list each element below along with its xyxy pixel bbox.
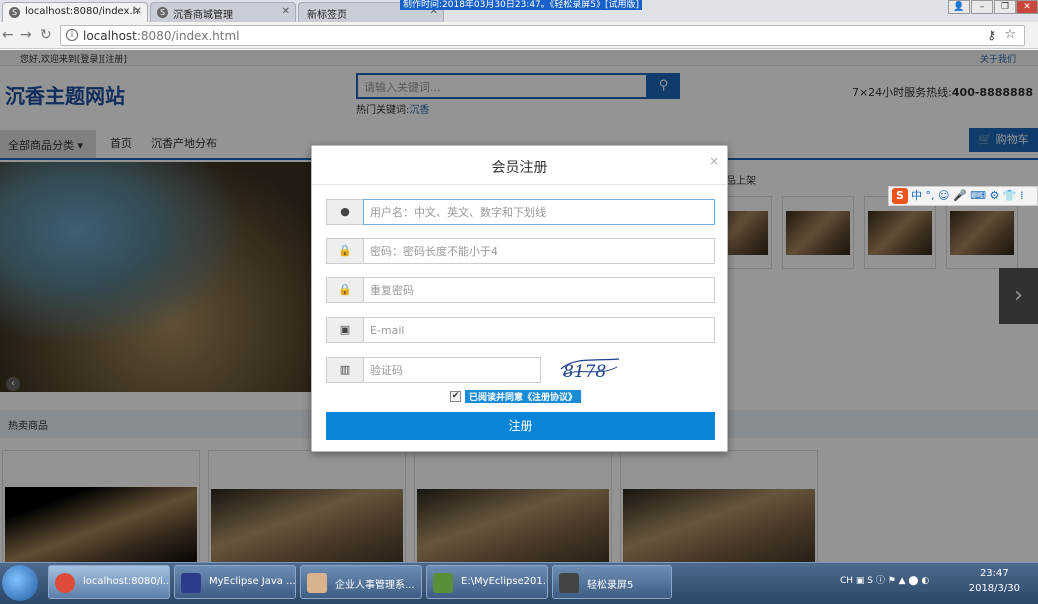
address-toolbar: ← → ↻ i localhost:8080/index.html ⚷ ☆	[0, 22, 1038, 49]
lock-icon: 🔒	[326, 238, 363, 264]
myeclipse-icon	[181, 573, 201, 593]
url-host: localhost	[83, 29, 137, 43]
envelope-icon: ▣	[326, 317, 363, 343]
password-input[interactable]	[363, 238, 715, 264]
taskbar-explorer[interactable]: E:\MyEclipse201...	[426, 565, 548, 599]
browser-tab-strip: S localhost:8080/index.h ✕ S 沉香商城管理 ✕ 新标…	[0, 0, 1038, 22]
app-icon	[307, 573, 327, 593]
taskbar-myeclipse[interactable]: MyEclipse Java ...	[174, 565, 296, 599]
minimize-icon[interactable]: –	[971, 0, 993, 14]
task-label: 企业人事管理系...	[335, 580, 415, 591]
user-icon[interactable]: 👤	[948, 0, 970, 14]
close-tab-icon[interactable]: ✕	[282, 6, 290, 17]
clock-time: 23:47	[979, 568, 1009, 579]
register-button[interactable]: 注册	[326, 412, 715, 440]
url-rest: :8080/index.html	[136, 29, 240, 43]
tab-label: 新标签页	[307, 10, 347, 21]
email-input[interactable]	[363, 317, 715, 343]
captcha-field: ▥	[326, 357, 541, 383]
close-tab-icon[interactable]: ✕	[134, 6, 142, 17]
taskbar-hr-system[interactable]: 企业人事管理系...	[300, 565, 422, 599]
tab-label: localhost:8080/index.h	[25, 6, 139, 17]
password-field: 🔒	[326, 238, 715, 264]
task-label: E:\MyEclipse201...	[461, 576, 548, 587]
taskbar-recorder[interactable]: 轻松录屏5	[552, 565, 672, 599]
task-label: localhost:8080/i...	[83, 576, 170, 587]
lock-icon: 🔒	[326, 277, 363, 303]
captcha-text: 8178	[563, 362, 606, 382]
close-window-icon[interactable]: ✕	[1016, 0, 1038, 14]
info-icon[interactable]: i	[66, 29, 78, 41]
captcha-input[interactable]	[363, 357, 541, 383]
recording-watermark: 制作时间:2018年03月30日23:47。《轻松录屏5》[试用版]	[400, 0, 643, 10]
repeat-password-input[interactable]	[363, 277, 715, 303]
clock[interactable]: 23:47 2018/3/30	[969, 566, 1020, 596]
back-arrow-icon[interactable]: ←	[2, 27, 14, 43]
start-button[interactable]	[2, 565, 38, 601]
agree-checkbox[interactable]: ✔	[450, 391, 461, 402]
url-input[interactable]: i localhost:8080/index.html ⚷ ☆	[60, 25, 1025, 46]
folder-icon	[433, 573, 453, 593]
username-input[interactable]	[363, 199, 715, 225]
key-icon[interactable]: ⚷	[987, 28, 996, 42]
user-icon: ●	[326, 199, 363, 225]
system-tray[interactable]: CH ▣ S ⓘ ⚑ ▲ ⬤ ◐	[840, 573, 929, 586]
modal-title: 会员注册	[312, 146, 727, 185]
tab-localhost[interactable]: S localhost:8080/index.h ✕	[2, 2, 148, 22]
barcode-icon: ▥	[326, 357, 363, 383]
agreement-row: ✔ 已阅读并同意《注册协议》	[450, 390, 582, 404]
task-label: MyEclipse Java ...	[209, 576, 296, 587]
forward-arrow-icon[interactable]: →	[20, 27, 32, 43]
register-modal: 会员注册 × ● 🔒 🔒 ▣ ▥ 8178 ✔ 已阅读并同意《注册协议》 注册	[311, 145, 728, 452]
close-icon[interactable]: ×	[709, 154, 719, 168]
reload-icon[interactable]: ↻	[40, 27, 52, 43]
taskbar: localhost:8080/i... MyEclipse Java ... 企…	[0, 562, 1038, 604]
site-favicon-icon: S	[9, 7, 20, 18]
tab-label: 沉香商城管理	[173, 10, 233, 21]
username-field: ●	[326, 199, 715, 225]
ime-mode[interactable]: 中	[911, 189, 922, 202]
captcha-image[interactable]: 8178	[559, 355, 621, 383]
task-label: 轻松录屏5	[587, 580, 634, 591]
repeat-password-field: 🔒	[326, 277, 715, 303]
taskbar-chrome[interactable]: localhost:8080/i...	[48, 565, 170, 599]
tab-admin[interactable]: S 沉香商城管理 ✕	[150, 2, 296, 22]
sogou-logo-icon[interactable]: S	[892, 188, 908, 204]
email-field: ▣	[326, 317, 715, 343]
recorder-icon	[559, 573, 579, 593]
agreement-link[interactable]: 已阅读并同意《注册协议》	[465, 390, 582, 403]
restore-icon[interactable]: ❐	[994, 0, 1016, 14]
language-indicator[interactable]: CH	[840, 576, 853, 586]
bookmark-star-icon[interactable]: ☆	[1004, 27, 1016, 42]
clock-date: 2018/3/30	[968, 583, 1020, 594]
site-favicon-icon: S	[157, 7, 168, 18]
chrome-icon	[55, 573, 75, 593]
ime-toolbar[interactable]: S中 °, ☺ 🎤 ⌨ ⚙ 👕 ⁞	[888, 186, 1038, 206]
